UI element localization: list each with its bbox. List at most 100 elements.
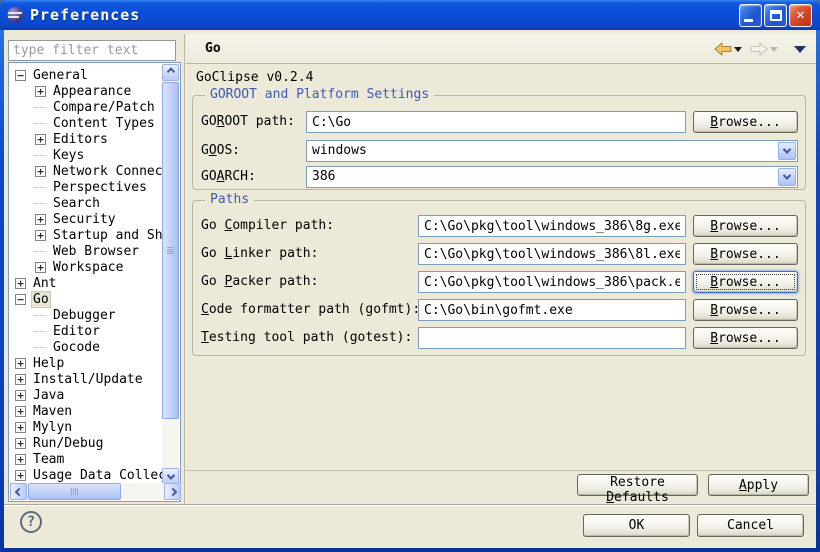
tree-item-gocode[interactable]: Gocode	[10, 339, 162, 355]
ok-button[interactable]: OK	[583, 514, 690, 537]
close-icon: ✕	[790, 7, 811, 24]
browse-button[interactable]: Browse...	[693, 299, 798, 321]
titlebar[interactable]: Preferences ✕	[0, 0, 820, 30]
view-menu-icon[interactable]	[794, 46, 806, 53]
path-input[interactable]	[418, 243, 686, 265]
tree-item-security[interactable]: + Security	[10, 211, 162, 227]
goroot-settings-group: GOROOT and Platform Settings GOROOT path…	[192, 95, 806, 190]
tree-item-label: Editors	[51, 132, 110, 147]
tree-item-java[interactable]: +Java	[10, 387, 162, 403]
vertical-scrollbar[interactable]	[162, 64, 179, 485]
vertical-scroll-thumb[interactable]	[162, 82, 179, 419]
back-button[interactable]	[712, 40, 744, 58]
goroot-browse-button[interactable]: Browse...	[693, 111, 798, 133]
help-button[interactable]: ?	[20, 511, 42, 533]
path-input[interactable]	[418, 271, 686, 293]
scroll-up-button[interactable]	[162, 64, 179, 81]
tree-item-label: Search	[51, 196, 102, 211]
expand-toggle-icon[interactable]: +	[35, 86, 46, 97]
tree-item-label: Gocode	[51, 340, 102, 355]
forward-button[interactable]	[748, 40, 780, 58]
chevron-down-icon	[166, 471, 174, 479]
tree-item-usage-data-collect[interactable]: +Usage Data Collect	[10, 467, 162, 483]
tree-item-team[interactable]: + Team	[10, 451, 162, 467]
maximize-button[interactable]	[764, 4, 787, 27]
goarch-dropdown-button[interactable]	[778, 168, 796, 186]
tree-item-debugger[interactable]: Debugger	[10, 307, 162, 323]
minimize-button[interactable]	[739, 4, 762, 27]
path-input[interactable]	[418, 215, 686, 237]
tree-item-mylyn[interactable]: +Mylyn	[10, 419, 162, 435]
browse-button[interactable]: Browse...	[693, 327, 798, 349]
preferences-tree: −General+AppearanceCompare/PatchContent …	[8, 62, 181, 502]
collapse-toggle-icon[interactable]: −	[15, 294, 26, 305]
collapse-toggle-icon[interactable]: −	[15, 70, 26, 81]
scroll-right-button[interactable]	[164, 483, 181, 500]
browse-button[interactable]: Browse...	[693, 215, 798, 237]
tree-item-content-types[interactable]: Content Types	[10, 115, 162, 131]
tree-item-label: Maven	[31, 404, 74, 419]
tree-item-ant[interactable]: +Ant	[10, 275, 162, 291]
tree-item-general[interactable]: −General	[10, 67, 162, 83]
restore-defaults-button[interactable]: Restore Defaults	[577, 474, 698, 496]
path-input[interactable]	[418, 327, 686, 349]
browse-button[interactable]: Browse...	[693, 271, 798, 293]
expand-toggle-icon[interactable]: +	[15, 374, 26, 385]
tree-item-label: Go	[31, 291, 51, 308]
tree-item-editors[interactable]: + Editors	[10, 131, 162, 147]
expand-toggle-icon[interactable]: +	[15, 454, 26, 465]
tree-item-help[interactable]: +Help	[10, 355, 162, 371]
expand-toggle-icon[interactable]: +	[15, 278, 26, 289]
apply-button[interactable]: Apply	[708, 474, 809, 496]
tree-item-network-connect[interactable]: +Network Connect	[10, 163, 162, 179]
tree-item-perspectives[interactable]: Perspectives	[10, 179, 162, 195]
paths-group: Paths Go Compiler path:Browse...Go Linke…	[192, 200, 806, 356]
filter-input[interactable]	[8, 40, 176, 61]
tree-item-startup-and-shu[interactable]: +Startup and Shu	[10, 227, 162, 243]
tree-item-search[interactable]: Search	[10, 195, 162, 211]
forward-dropdown-icon[interactable]	[770, 47, 778, 52]
expand-toggle-icon[interactable]: +	[35, 230, 46, 241]
tree-item-web-browser[interactable]: Web Browser	[10, 243, 162, 259]
scroll-left-button[interactable]	[10, 483, 27, 500]
paths-row: Go Packer path:Browse...	[193, 271, 805, 293]
tree-item-run-debug[interactable]: +Run/Debug	[10, 435, 162, 451]
tree-item-go[interactable]: −Go	[10, 291, 162, 307]
expand-toggle-icon[interactable]: +	[35, 166, 46, 177]
tree-item-workspace[interactable]: +Workspace	[10, 259, 162, 275]
expand-toggle-icon[interactable]: +	[35, 134, 46, 145]
expand-toggle-icon[interactable]: +	[15, 406, 26, 417]
page-header: Go	[186, 34, 816, 64]
expand-toggle-icon[interactable]: +	[35, 262, 46, 273]
tree-item-label: Security	[51, 212, 118, 227]
expand-toggle-icon[interactable]: +	[15, 358, 26, 369]
browse-button[interactable]: Browse...	[693, 243, 798, 265]
tree-item-keys[interactable]: Keys	[10, 147, 162, 163]
goos-dropdown-button[interactable]	[778, 142, 796, 160]
tree-item-compare-patch[interactable]: Compare/Patch	[10, 99, 162, 115]
horizontal-scroll-thumb[interactable]	[28, 483, 121, 500]
expand-toggle-icon[interactable]: +	[35, 214, 46, 225]
tree-item-install-update[interactable]: +Install/Update	[10, 371, 162, 387]
path-input[interactable]	[418, 299, 686, 321]
back-dropdown-icon[interactable]	[734, 47, 742, 52]
horizontal-scrollbar[interactable]	[10, 483, 181, 500]
tree-item-appearance[interactable]: +Appearance	[10, 83, 162, 99]
expand-toggle-icon[interactable]: +	[15, 390, 26, 401]
goroot-path-input[interactable]	[306, 111, 686, 133]
tree-connector	[35, 251, 45, 252]
tree-item-maven[interactable]: + Maven	[10, 403, 162, 419]
expand-toggle-icon[interactable]: +	[15, 470, 26, 481]
tree-item-label: Team	[31, 452, 66, 467]
tree-item-label: Editor	[51, 324, 102, 339]
cancel-button[interactable]: Cancel	[697, 514, 804, 537]
goarch-combobox[interactable]: 386	[306, 166, 798, 188]
field-label: Testing tool path (gotest):	[201, 330, 412, 345]
expand-toggle-icon[interactable]: +	[15, 438, 26, 449]
close-button[interactable]: ✕	[789, 4, 812, 27]
expand-toggle-icon[interactable]: +	[15, 422, 26, 433]
goarch-value: 386	[312, 169, 335, 184]
tree-item-editor[interactable]: Editor	[10, 323, 162, 339]
goos-combobox[interactable]: windows	[306, 140, 798, 162]
preferences-window: Preferences ✕ −General+AppearanceCompare…	[0, 0, 820, 552]
